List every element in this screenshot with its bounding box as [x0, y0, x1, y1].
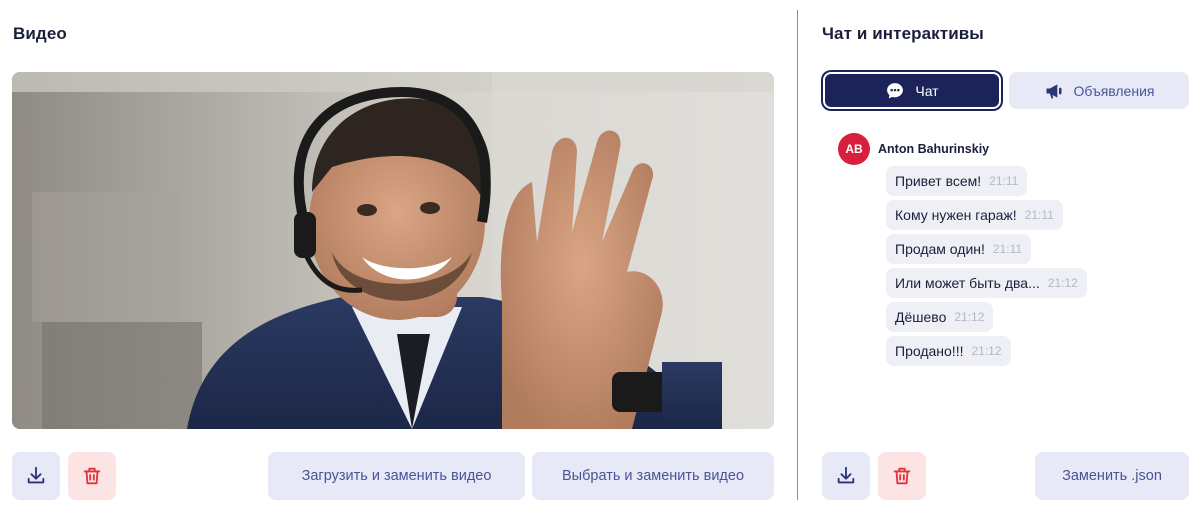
delete-chat-button[interactable]: [878, 452, 926, 500]
message-time: 21:11: [989, 174, 1019, 188]
delete-video-button[interactable]: [68, 452, 116, 500]
message-time: 21:11: [1024, 208, 1054, 222]
message-text: Привет всем!: [895, 173, 982, 189]
video-preview[interactable]: [12, 72, 774, 429]
message-text: Кому нужен гараж!: [895, 207, 1017, 223]
chat-message: Дёшево 21:12: [886, 302, 994, 332]
video-panel: Видео Загрузить и заменить видео Выбрать…: [0, 0, 797, 515]
message-list: Привет всем! 21:11 Кому нужен гараж! 21:11…: [886, 166, 1188, 370]
chat-panel: Чат и интерактивы Чат Объявления AB Anto…: [798, 0, 1203, 515]
chat-section-title: Чат и интерактивы: [822, 24, 984, 43]
chat-message: Или может быть два... 21:12: [886, 268, 1087, 298]
replace-json-button[interactable]: Заменить .json: [1035, 452, 1189, 500]
tab-announcements-label: Объявления: [1073, 82, 1155, 99]
message-time: 21:12: [1047, 276, 1078, 290]
chat-messages: AB Anton Bahurinskiy Привет всем! 21:11 К…: [838, 132, 1188, 370]
chat-message: Продам один! 21:11: [886, 234, 1032, 264]
message-text: Продам один!: [895, 241, 985, 257]
chat-message: Продано!!! 21:12: [886, 336, 1011, 366]
message-author: AB Anton Bahurinskiy: [838, 132, 1188, 166]
message-text: Продано!!!: [895, 343, 964, 359]
tab-announcements[interactable]: Объявления: [1009, 72, 1189, 109]
avatar: AB: [838, 133, 870, 165]
trash-icon: [83, 467, 101, 485]
download-video-button[interactable]: [12, 452, 60, 500]
chat-bubble-icon: [887, 82, 904, 98]
chat-message: Привет всем! 21:11: [886, 166, 1028, 196]
chat-message: Кому нужен гараж! 21:11: [886, 200, 1063, 230]
message-time: 21:11: [992, 242, 1023, 256]
upload-replace-video-button[interactable]: Загрузить и заменить видео: [268, 452, 525, 500]
message-text: Дёшево: [895, 309, 947, 325]
choose-replace-video-button[interactable]: Выбрать и заменить видео: [532, 452, 774, 500]
download-icon: [27, 466, 45, 484]
trash-icon: [893, 467, 911, 485]
message-time: 21:12: [954, 310, 985, 324]
download-chat-button[interactable]: [822, 452, 870, 500]
tab-chat-label: Чат: [915, 82, 939, 99]
video-section-title: Видео: [13, 24, 67, 43]
download-icon: [837, 466, 855, 484]
megaphone-icon: [1046, 83, 1061, 98]
message-time: 21:12: [971, 344, 1002, 358]
author-name: Anton Bahurinskiy: [878, 142, 990, 156]
tab-chat[interactable]: Чат: [823, 72, 1001, 109]
message-text: Или может быть два...: [895, 275, 1040, 291]
video-thumbnail-image: [12, 72, 774, 429]
